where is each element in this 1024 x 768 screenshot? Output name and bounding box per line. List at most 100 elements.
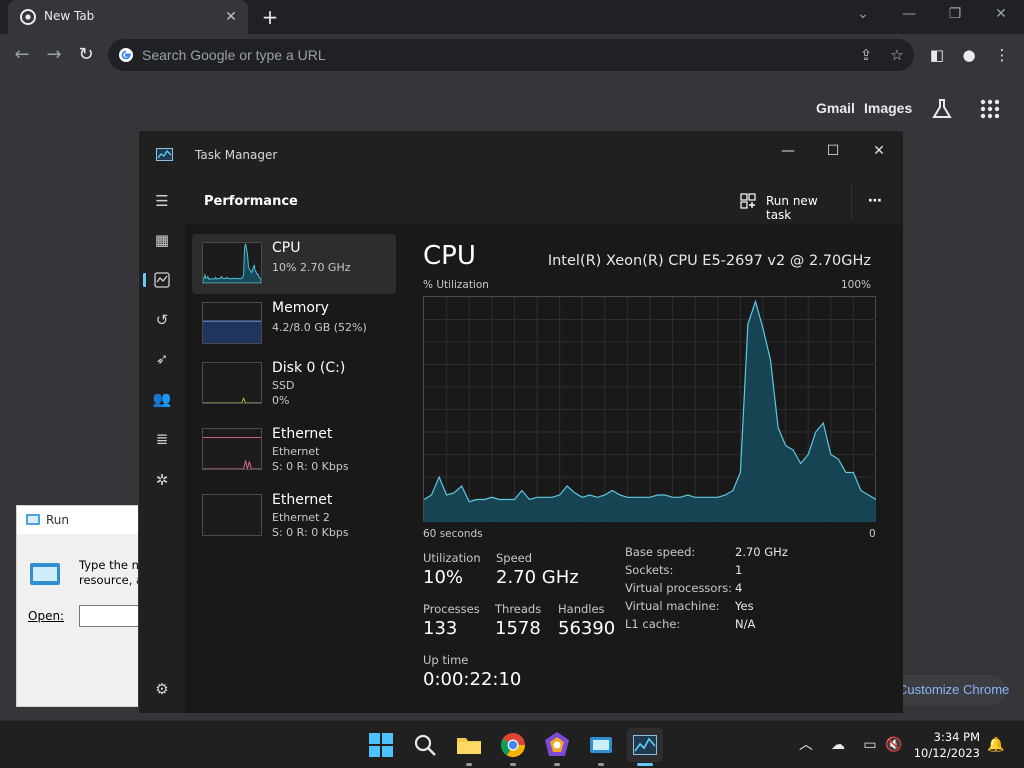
- volume-muted-icon[interactable]: 🔇: [884, 735, 904, 755]
- labs-flask-icon[interactable]: [929, 96, 955, 122]
- chrome-tabstrip: New Tab ✕ + ⌄ — ❐ ✕: [0, 0, 1024, 34]
- ethernet-thumbnail-graph: [202, 428, 262, 470]
- hamburger-menu-icon[interactable]: ☰: [152, 191, 172, 211]
- perf-item-memory[interactable]: Memory 4.2/8.0 GB (52%): [192, 294, 396, 354]
- perf-item-cpu[interactable]: CPU 10% 2.70 GHz: [192, 234, 396, 294]
- run-running-dot: [598, 763, 604, 766]
- clock-time: 3:34 PM: [933, 730, 980, 744]
- tab-new-tab[interactable]: New Tab ✕: [8, 0, 248, 34]
- run-open-label: Open:: [28, 609, 65, 623]
- l1-cache-value: N/A: [735, 617, 756, 631]
- perf-item-sub: 10% 2.70 GHz: [272, 261, 351, 274]
- reload-icon[interactable]: ↻: [73, 42, 99, 68]
- perf-item-ethernet-2[interactable]: Ethernet Ethernet 2 S: 0 R: 0 Kbps: [192, 486, 396, 546]
- run-taskbar-icon[interactable]: [586, 730, 616, 760]
- notification-bell-icon[interactable]: 🔔: [986, 735, 1006, 755]
- processes-label: Processes: [423, 602, 480, 616]
- network-icon[interactable]: ▭: [860, 735, 880, 755]
- cpu-utilization-graph: [423, 296, 877, 522]
- utilization-value: 10%: [423, 567, 464, 588]
- back-icon[interactable]: ←: [9, 42, 35, 68]
- virtual-machine-value: Yes: [735, 599, 754, 613]
- threads-value: 1578: [495, 618, 541, 639]
- startup-apps-icon[interactable]: ➶: [152, 349, 172, 369]
- tm-minimize-icon[interactable]: —: [766, 137, 810, 165]
- chrome-taskbar-icon[interactable]: [498, 730, 528, 760]
- ethernet2-thumbnail-graph: [202, 494, 262, 536]
- chrome-running-dot: [510, 763, 516, 766]
- customize-chrome-button[interactable]: Customize Chrome: [890, 675, 1010, 705]
- tm-close-icon[interactable]: ✕: [857, 137, 901, 165]
- google-g-icon: [119, 48, 133, 62]
- base-speed-value: 2.70 GHz: [735, 545, 788, 559]
- perf-item-name: Ethernet: [272, 492, 333, 508]
- task-manager-taskbar-button[interactable]: [627, 728, 663, 762]
- cpu-thumbnail-graph: [202, 242, 262, 284]
- chrome-menu-icon[interactable]: ⋮: [990, 43, 1014, 67]
- chrome-minimize-icon[interactable]: —: [897, 6, 921, 26]
- task-manager-app-icon: [156, 148, 173, 161]
- profile-icon[interactable]: ●: [957, 43, 981, 67]
- sockets-label: Sockets:: [625, 563, 674, 577]
- tab-title: New Tab: [44, 9, 95, 23]
- tab-close-icon[interactable]: ✕: [222, 8, 240, 26]
- settings-gear-icon[interactable]: ⚙: [152, 679, 172, 699]
- start-windows-icon[interactable]: [366, 730, 396, 760]
- virtual-processors-value: 4: [735, 581, 743, 595]
- gmail-link[interactable]: Gmail: [816, 100, 855, 116]
- share-icon[interactable]: ⇪: [856, 45, 876, 65]
- new-tab-button[interactable]: +: [258, 6, 282, 30]
- uptime-label: Up time: [423, 653, 469, 667]
- tm-maximize-icon[interactable]: ☐: [811, 137, 855, 165]
- processes-icon[interactable]: ▦: [152, 230, 172, 250]
- apps-grid-icon[interactable]: [977, 96, 1003, 122]
- omnibox-input[interactable]: [142, 45, 822, 65]
- more-options-icon[interactable]: ⋯: [863, 189, 887, 213]
- omnibox[interactable]: ⇪ ☆: [108, 39, 914, 71]
- handles-label: Handles: [558, 602, 605, 616]
- task-manager-titlebar[interactable]: Task Manager — ☐ ✕: [139, 131, 903, 179]
- perf-item-sub: SSD: [272, 379, 295, 392]
- disk-thumbnail-graph: [202, 362, 262, 404]
- customize-chrome-label: Customize Chrome: [898, 682, 1010, 697]
- perf-item-name: CPU: [272, 240, 301, 256]
- chrome-close-icon[interactable]: ✕: [989, 6, 1013, 26]
- run-new-task-button[interactable]: Run new task: [740, 191, 845, 222]
- forward-icon[interactable]: →: [41, 42, 67, 68]
- taskbar-clock[interactable]: 3:34 PM 10/12/2023: [914, 729, 980, 761]
- perf-item-sub: 4.2/8.0 GB (52%): [272, 321, 367, 334]
- chrome-restore-icon[interactable]: ❐: [943, 6, 967, 26]
- run-title: Run: [46, 513, 70, 527]
- y-max-label: 100%: [840, 279, 871, 291]
- services-icon[interactable]: ✲: [152, 470, 172, 490]
- run-new-task-label: Run new task: [766, 194, 818, 222]
- chrome-toolbar: ← → ↻ ⇪ ☆ ◧ ● ⋮: [0, 34, 1024, 76]
- tab-search-icon[interactable]: ⌄: [851, 6, 875, 26]
- run-app-icon: [26, 514, 40, 525]
- base-speed-label: Base speed:: [625, 545, 696, 559]
- search-icon[interactable]: [410, 730, 440, 760]
- performance-glyph-icon: [154, 272, 170, 288]
- task-manager-window: Task Manager — ☐ ✕ ☰ ▦ ↺ ➶ 👥 ≣ ✲ ⚙ Perfo…: [138, 130, 903, 713]
- utilization-label: Utilization: [423, 551, 481, 565]
- perf-item-disk[interactable]: Disk 0 (C:) SSD 0%: [192, 354, 396, 414]
- windows-taskbar: ︿ ☁ ▭ 🔇 3:34 PM 10/12/2023 🔔: [0, 720, 1024, 768]
- images-link[interactable]: Images: [864, 100, 912, 116]
- performance-icon[interactable]: [143, 270, 172, 290]
- run-titlebar[interactable]: Run: [17, 506, 157, 534]
- uptime-value: 0:00:22:10: [423, 669, 522, 690]
- nav-rail: ☰ ▦ ↺ ➶ 👥 ≣ ✲ ⚙: [139, 179, 185, 713]
- users-icon[interactable]: 👥: [152, 389, 172, 409]
- speed-label: Speed: [496, 551, 533, 565]
- colorful-app-icon[interactable]: [542, 730, 572, 760]
- app-history-icon[interactable]: ↺: [152, 310, 172, 330]
- side-panel-icon[interactable]: ◧: [925, 43, 949, 67]
- bookmark-star-icon[interactable]: ☆: [887, 45, 907, 65]
- details-icon[interactable]: ≣: [152, 429, 172, 449]
- perf-item-ethernet-1[interactable]: Ethernet Ethernet S: 0 R: 0 Kbps: [192, 420, 396, 480]
- perf-item-sub2: S: 0 R: 0 Kbps: [272, 526, 349, 539]
- file-explorer-icon[interactable]: [454, 730, 484, 760]
- show-hidden-icons-chevron-icon[interactable]: ︿: [796, 735, 816, 755]
- onedrive-cloud-icon[interactable]: ☁: [828, 735, 848, 755]
- x-left-label: 60 seconds: [423, 528, 483, 540]
